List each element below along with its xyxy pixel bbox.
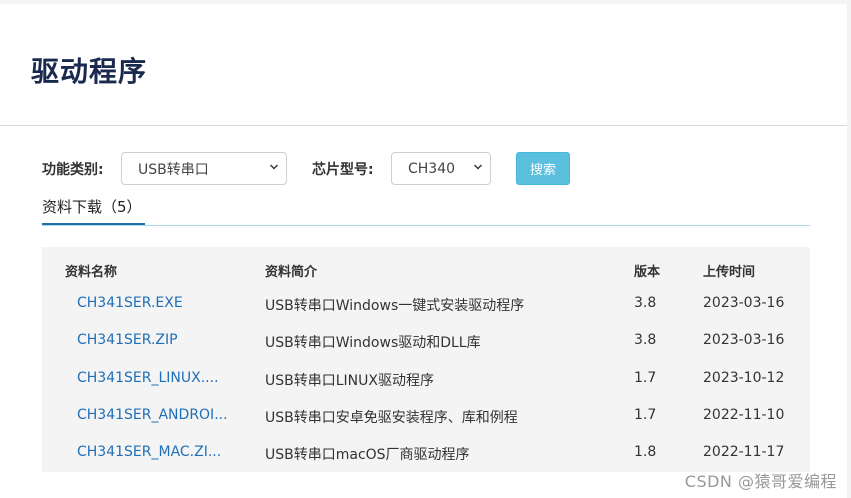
file-description: USB转串口macOS厂商驱动程序: [265, 447, 470, 463]
file-link[interactable]: CH341SER_LINUX....: [77, 370, 219, 386]
page-title: 驱动程序: [31, 55, 148, 88]
file-description: USB转串口Windows驱动和DLL库: [265, 335, 481, 351]
header-name: 资料名称: [65, 265, 118, 280]
file-description: USB转串口LINUX驱动程序: [265, 373, 434, 389]
file-link[interactable]: CH341SER.EXE: [77, 295, 183, 311]
tab-bar: 资料下载（5）: [42, 196, 810, 226]
category-select[interactable]: USB转串口: [121, 152, 287, 185]
file-version: 1.7: [634, 370, 657, 386]
chevron-down-icon: [474, 164, 482, 170]
chip-select[interactable]: CH340: [391, 152, 491, 185]
tab-downloads[interactable]: 资料下载（5）: [42, 196, 145, 225]
file-date: 2023-10-12: [703, 370, 785, 386]
chevron-down-icon: [270, 164, 278, 170]
tab-downloads-label: 资料下载: [42, 198, 103, 216]
table-row: CH341SER.ZIP USB转串口Windows驱动和DLL库 3.8 20…: [42, 322, 810, 359]
file-version: 1.7: [634, 407, 657, 423]
downloads-table: 资料名称 资料简介 版本 上传时间 CH341SER.EXE USB转串口Win…: [42, 247, 810, 472]
watermark: CSDN @猿哥爱编程: [684, 472, 837, 491]
file-date: 2022-11-17: [703, 444, 785, 460]
file-link[interactable]: CH341SER_ANDROI...: [77, 407, 228, 423]
header-description: 资料简介: [265, 265, 318, 280]
table-row: CH341SER_ANDROI... USB转串口安卓免驱安装程序、库和例程 1…: [42, 397, 810, 434]
file-date: 2023-03-16: [703, 332, 785, 348]
chip-label: 芯片型号:: [312, 162, 374, 178]
file-version: 3.8: [634, 332, 657, 348]
table-row: CH341SER.EXE USB转串口Windows一键式安装驱动程序 3.8 …: [42, 285, 810, 322]
file-version: 3.8: [634, 295, 657, 311]
category-select-value: USB转串口: [138, 161, 209, 178]
header-version: 版本: [634, 265, 661, 280]
chip-select-value: CH340: [408, 160, 456, 177]
file-date: 2023-03-16: [703, 295, 785, 311]
table-row: CH341SER_MAC.ZI... USB转串口macOS厂商驱动程序 1.8…: [42, 434, 810, 471]
header-upload-time: 上传时间: [703, 265, 756, 280]
file-version: 1.8: [634, 444, 657, 460]
search-button[interactable]: 搜索: [516, 152, 570, 185]
page-header: 驱动程序: [0, 4, 847, 126]
tab-downloads-count: （5）: [102, 198, 142, 216]
table-row: CH341SER_LINUX.... USB转串口LINUX驱动程序 1.7 2…: [42, 360, 810, 397]
file-link[interactable]: CH341SER_MAC.ZI...: [77, 444, 221, 460]
file-link[interactable]: CH341SER.ZIP: [77, 332, 178, 348]
file-description: USB转串口安卓免驱安装程序、库和例程: [265, 410, 518, 426]
file-date: 2022-11-10: [703, 407, 785, 423]
file-description: USB转串口Windows一键式安装驱动程序: [265, 298, 525, 314]
category-label: 功能类别:: [42, 162, 104, 178]
